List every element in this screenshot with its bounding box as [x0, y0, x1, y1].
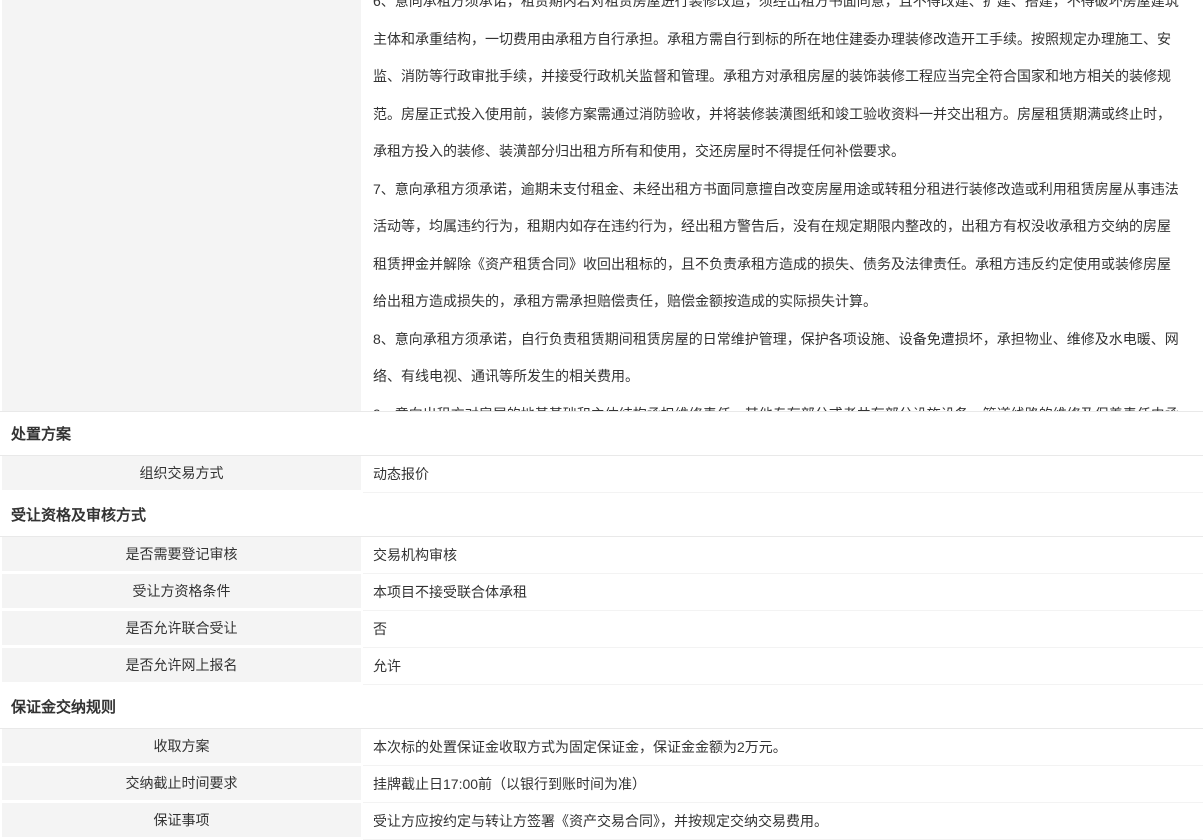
terms-label-cell — [0, 0, 363, 411]
section-title: 处置方案 — [11, 423, 71, 444]
section-header-disposal-plan: 处置方案 — [0, 412, 1203, 456]
field-label: 保证事项 — [0, 803, 363, 840]
table-row: 组织交易方式 动态报价 — [0, 456, 1203, 493]
field-value: 本项目不接受联合体承租 — [363, 574, 1203, 611]
terms-row: 6、意向承租方须承诺，租赁期内若对租赁房屋进行装修改造，须经出租方书面同意，且不… — [0, 0, 1203, 412]
field-value: 挂牌截止日17:00前（以银行到账时间为准） — [363, 766, 1203, 803]
terms-clause-9: 9、意向出租方对房屋的地基基础和主体结构承担维修责任，其他专有部分或者共有部分设… — [373, 396, 1181, 412]
terms-clause-8: 8、意向承租方须承诺，自行负责租赁期间租赁房屋的日常维护管理，保护各项设施、设备… — [373, 321, 1181, 396]
field-label: 是否需要登记审核 — [0, 537, 363, 574]
table-row: 交纳截止时间要求 挂牌截止日17:00前（以银行到账时间为准） — [0, 766, 1203, 803]
field-label: 是否允许联合受让 — [0, 611, 363, 648]
table-row: 是否需要登记审核 交易机构审核 — [0, 537, 1203, 574]
field-label: 是否允许网上报名 — [0, 648, 363, 685]
listing-detail-table: 6、意向承租方须承诺，租赁期内若对租赁房屋进行装修改造，须经出租方书面同意，且不… — [0, 0, 1203, 840]
terms-clause-7: 7、意向承租方须承诺，逾期未支付租金、未经出租方书面同意擅自改变房屋用途或转租分… — [373, 171, 1181, 321]
field-value: 交易机构审核 — [363, 537, 1203, 574]
field-value: 允许 — [363, 648, 1203, 685]
section-header-transferee-qualification: 受让资格及审核方式 — [0, 493, 1203, 537]
table-row: 是否允许网上报名 允许 — [0, 648, 1203, 685]
field-label: 交纳截止时间要求 — [0, 766, 363, 803]
terms-value-cell: 6、意向承租方须承诺，租赁期内若对租赁房屋进行装修改造，须经出租方书面同意，且不… — [363, 0, 1203, 411]
field-value: 本次标的处置保证金收取方式为固定保证金，保证金金额为2万元。 — [363, 729, 1203, 766]
section-title: 受让资格及审核方式 — [11, 504, 146, 525]
terms-clause-6: 6、意向承租方须承诺，租赁期内若对租赁房屋进行装修改造，须经出租方书面同意，且不… — [373, 0, 1181, 171]
field-label: 收取方案 — [0, 729, 363, 766]
table-row: 受让方资格条件 本项目不接受联合体承租 — [0, 574, 1203, 611]
field-value: 否 — [363, 611, 1203, 648]
terms-text-block: 6、意向承租方须承诺，租赁期内若对租赁房屋进行装修改造，须经出租方书面同意，且不… — [373, 0, 1181, 411]
table-row: 是否允许联合受让 否 — [0, 611, 1203, 648]
field-value: 受让方应按约定与转让方签署《资产交易合同》，并按规定交纳交易费用。 — [363, 803, 1203, 840]
section-header-deposit-rules: 保证金交纳规则 — [0, 685, 1203, 729]
section-title: 保证金交纳规则 — [11, 696, 116, 717]
field-value: 动态报价 — [363, 456, 1203, 493]
table-row: 收取方案 本次标的处置保证金收取方式为固定保证金，保证金金额为2万元。 — [0, 729, 1203, 766]
field-label: 受让方资格条件 — [0, 574, 363, 611]
field-label: 组织交易方式 — [0, 456, 363, 493]
table-row: 保证事项 受让方应按约定与转让方签署《资产交易合同》，并按规定交纳交易费用。 — [0, 803, 1203, 840]
